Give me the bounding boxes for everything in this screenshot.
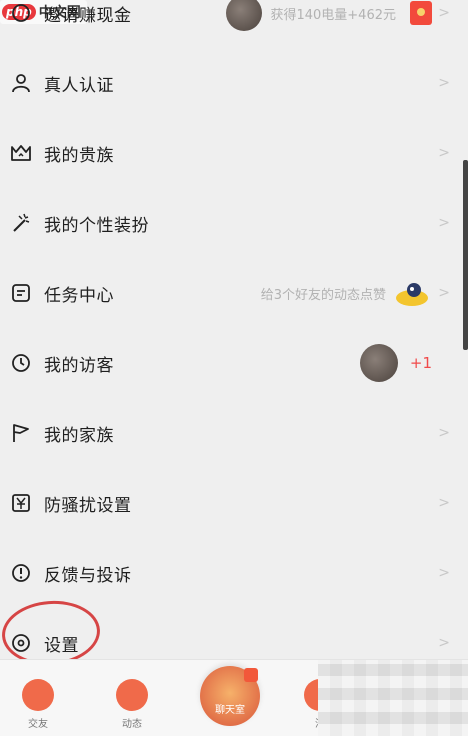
menu-item-label: 防骚扰设置 <box>44 495 132 516</box>
chevron-right-icon: > <box>438 5 450 21</box>
tab-moments[interactable]: 动态 <box>102 679 162 730</box>
menu-item-label: 我的访客 <box>44 355 114 376</box>
tab-label: 交友 <box>28 719 48 730</box>
chevron-right-icon: > <box>438 75 450 91</box>
reward-illustration-icon <box>396 283 428 306</box>
menu-item-style[interactable]: 我的个性装扮 > <box>0 188 468 258</box>
avatar <box>226 0 263 31</box>
clock-icon <box>10 352 32 374</box>
bottom-tab-bar: 交友 动态 聊天室 消 <box>0 659 468 736</box>
chevron-right-icon: > <box>438 425 450 441</box>
menu-item-verify[interactable]: 真人认证 > <box>0 48 468 118</box>
visitor-count-badge: +1 <box>409 354 432 372</box>
profile-menu: 邀请赚现金 获得140电量+462元 > 真人认证 > 我的贵族 > 我的个性装… <box>0 0 468 678</box>
flag-icon <box>10 422 32 444</box>
menu-item-label: 我的家族 <box>44 425 114 446</box>
chevron-right-icon: > <box>438 635 450 651</box>
menu-item-anti-harassment[interactable]: 防骚扰设置 > <box>0 468 468 538</box>
tab-label: 聊天室 <box>215 705 245 716</box>
tab-label: 动态 <box>122 719 142 730</box>
crown-icon <box>10 142 32 164</box>
tab-make-friends[interactable]: 交友 <box>8 679 68 730</box>
menu-item-label: 邀请赚现金 <box>44 5 132 26</box>
chevron-right-icon: > <box>438 565 450 581</box>
link-icon <box>10 2 32 24</box>
menu-item-label: 我的贵族 <box>44 145 114 166</box>
menu-item-visitors[interactable]: 我的访客 +1 <box>0 328 468 398</box>
menu-item-label: 我的个性装扮 <box>44 215 149 236</box>
magic-wand-icon <box>10 212 32 234</box>
friends-icon <box>22 679 54 711</box>
menu-item-label: 任务中心 <box>44 285 114 306</box>
moments-icon <box>116 679 148 711</box>
chevron-right-icon: > <box>438 145 450 161</box>
chevron-right-icon: > <box>438 495 450 511</box>
notification-badge <box>244 668 258 682</box>
scrollbar[interactable] <box>463 160 468 350</box>
task-hint-text: 给3个好友的动态点赞 <box>260 287 386 303</box>
menu-item-tasks[interactable]: 任务中心 给3个好友的动态点赞 > <box>0 258 468 328</box>
menu-item-label: 真人认证 <box>44 75 114 96</box>
reward-text: 获得140电量+462元 <box>270 7 396 23</box>
alert-circle-icon <box>10 562 32 584</box>
red-packet-icon <box>410 1 432 25</box>
chevron-right-icon: > <box>438 285 450 301</box>
menu-item-family[interactable]: 我的家族 > <box>0 398 468 468</box>
shield-yen-icon <box>10 492 32 514</box>
chevron-right-icon: > <box>438 215 450 231</box>
user-icon <box>10 72 32 94</box>
menu-item-noble[interactable]: 我的贵族 > <box>0 118 468 188</box>
menu-item-feedback[interactable]: 反馈与投诉 > <box>0 538 468 608</box>
menu-item-earn-cash[interactable]: 邀请赚现金 获得140电量+462元 > <box>0 0 468 48</box>
tab-chat-room[interactable]: 聊天室 <box>200 666 260 726</box>
visitor-avatar <box>359 344 398 382</box>
task-list-icon <box>10 282 32 304</box>
pixelated-region <box>318 660 468 736</box>
menu-item-label: 反馈与投诉 <box>44 565 132 586</box>
